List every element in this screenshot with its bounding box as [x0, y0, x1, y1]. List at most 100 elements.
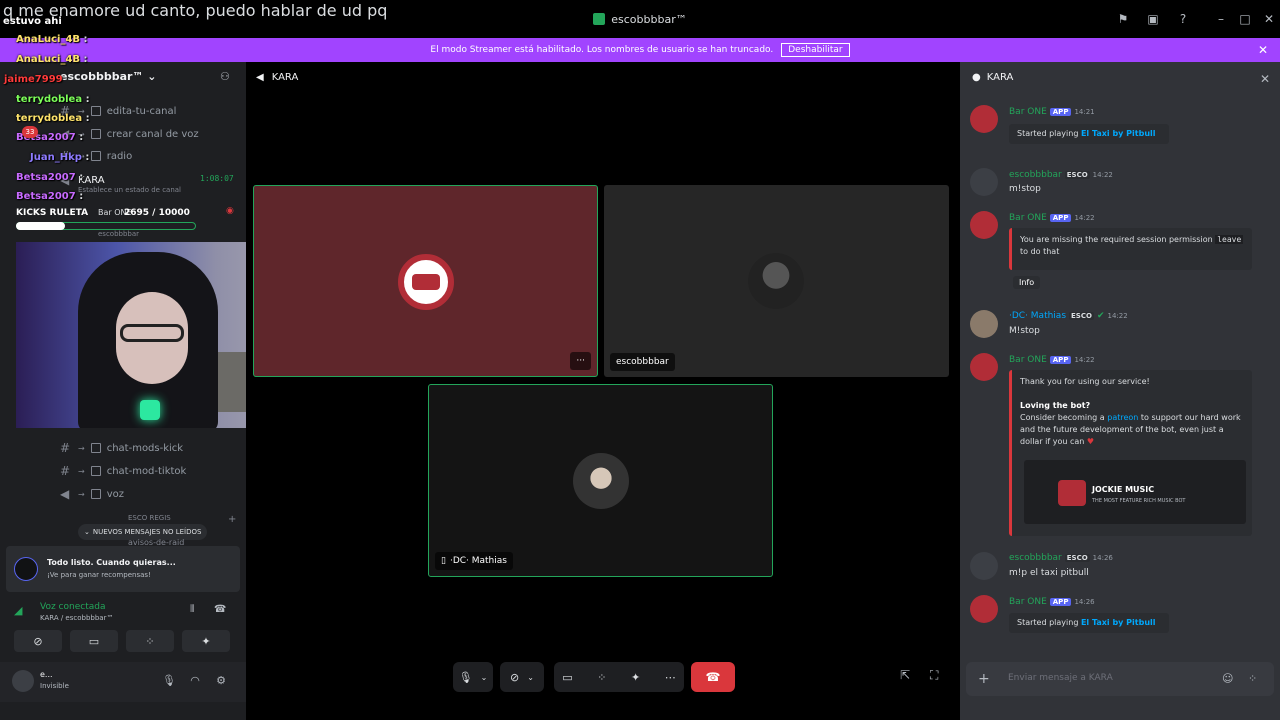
channel-crear-voz[interactable]: ◀ → crear canal de voz	[60, 124, 240, 144]
channel-chat-mod-tiktok[interactable]: # → chat-mod-tiktok	[60, 461, 240, 481]
headphones-icon[interactable]: ◠	[188, 674, 202, 688]
disconnect-button[interactable]: ☎	[691, 662, 735, 692]
embed-body: Consider becoming a patreon to support o…	[1020, 413, 1241, 446]
attach-plus-icon[interactable]: +	[978, 671, 990, 687]
now-playing-embed: Started playing El Taxi by Pitbull	[1009, 613, 1169, 633]
message-header: escobbbbar ESCO 14:26	[1009, 553, 1113, 563]
popout-icon[interactable]: ⇱	[900, 668, 910, 682]
error-embed: You are missing the required session per…	[1009, 228, 1252, 270]
mic-icon[interactable]: 🎙	[162, 674, 176, 688]
jockie-logo-image[interactable]: JOCKIE MUSIC THE MOST FEATURE RICH MUSIC…	[1024, 460, 1246, 524]
window-title-text: escobbbbar™	[611, 12, 687, 26]
chat-message-input[interactable]: Enviar mensaje a KARA	[1008, 673, 1113, 683]
avatar[interactable]	[970, 552, 998, 580]
disconnect-icon[interactable]: ☎	[214, 604, 226, 615]
inbox-flag-icon[interactable]: ⚑	[1116, 12, 1130, 26]
avatar[interactable]	[970, 168, 998, 196]
camera-off-icon: ⊘	[510, 670, 520, 684]
chevron-down-icon: ⌄	[527, 672, 534, 682]
channel-emoji-icon	[90, 151, 101, 161]
add-member-icon[interactable]: ⚇	[220, 70, 230, 83]
app-badge: APP	[1049, 598, 1072, 606]
voice-status-title[interactable]: Voz conectada	[40, 602, 105, 612]
author-name[interactable]: Bar ONE	[1009, 213, 1047, 223]
speaker-icon: ◀	[60, 487, 70, 501]
mobile-icon: ▯	[441, 556, 446, 566]
kicks-label: KICKS RULETA	[16, 208, 89, 218]
user-name[interactable]: e...	[40, 670, 53, 679]
timestamp: 14:22	[1107, 312, 1128, 320]
quest-notification[interactable]: Todo listo. Cuando quieras... ¡Ve para g…	[6, 546, 240, 592]
fullscreen-icon[interactable]: ⛶	[930, 668, 938, 683]
hash-icon: #	[60, 441, 71, 455]
screen-share-icon[interactable]: ▭	[562, 671, 572, 684]
overlay-line: AnaLuci_4B :	[16, 54, 88, 65]
soundboard-button[interactable]: ✦	[182, 630, 230, 652]
close-icon[interactable]: ✕	[1260, 72, 1270, 86]
author-name[interactable]: Bar ONE	[1009, 355, 1047, 365]
emoji-icon[interactable]: ☺	[1222, 672, 1233, 685]
server-icon	[593, 13, 606, 25]
avatar[interactable]	[970, 595, 998, 623]
author-name[interactable]: escobbbbar	[1009, 170, 1062, 180]
voice-status-subtitle[interactable]: KARA / escobbbbar™	[40, 614, 113, 622]
message-text: M!stop	[1009, 326, 1040, 336]
song-link[interactable]: El Taxi by Pitbull	[1081, 618, 1156, 627]
avatar[interactable]	[970, 105, 998, 133]
close-window-button[interactable]: ✕	[1262, 12, 1276, 26]
minimize-button[interactable]: –	[1214, 12, 1228, 26]
channel-chat-mods-kick[interactable]: # → chat-mods-kick	[60, 438, 240, 458]
author-name[interactable]: escobbbbar	[1009, 553, 1062, 563]
timestamp: 14:21	[1074, 108, 1095, 116]
message-header: escobbbbar ESCO 14:22	[1009, 170, 1113, 180]
embed-heading: Loving the bot?	[1020, 401, 1091, 410]
camera-off-button[interactable]: ⊘	[14, 630, 62, 652]
camera-button[interactable]: ⊘ ⌄	[500, 662, 544, 692]
activities-icon[interactable]: ⁘	[597, 671, 606, 684]
avatar[interactable]	[970, 353, 998, 381]
notification-subtitle: ¡Ve para ganar recompensas!	[47, 571, 151, 579]
overlay-line: jaime7999	[4, 74, 63, 85]
participant-tile-escobbbbar[interactable]: escobbbbar	[604, 185, 949, 377]
info-button[interactable]: Info	[1013, 276, 1041, 289]
screen-share-button[interactable]: ▭	[70, 630, 118, 652]
tile-options-button[interactable]: ···	[570, 352, 591, 370]
app-badge: APP	[1049, 214, 1072, 222]
hash-icon: #	[60, 464, 71, 478]
author-name[interactable]: Bar ONE	[1009, 597, 1047, 607]
author-name[interactable]: Bar ONE	[1009, 107, 1047, 117]
activities-button[interactable]: ⁘	[126, 630, 174, 652]
settings-gear-icon[interactable]: ⚙	[214, 674, 228, 688]
avatar[interactable]	[12, 670, 34, 692]
avatar[interactable]	[970, 310, 998, 338]
author-name[interactable]: ·DC· Mathias	[1009, 311, 1066, 321]
participant-tile-mathias[interactable]: ▯ ·DC· Mathias	[428, 384, 773, 577]
user-status: Invisible	[40, 682, 69, 690]
category-escoregis[interactable]: ESCO REGIS	[128, 514, 171, 522]
patreon-link[interactable]: patreon	[1107, 413, 1138, 422]
participant-tile-barone[interactable]: ···	[253, 185, 598, 377]
channel-emoji-icon	[90, 466, 101, 476]
disable-streamer-button[interactable]: Deshabilitar	[781, 43, 850, 57]
channel-status-hint[interactable]: Establece un estado de canal	[78, 186, 181, 194]
inbox-icon[interactable]: ▣	[1146, 12, 1160, 26]
song-link[interactable]: El Taxi by Pitbull	[1081, 129, 1156, 138]
guild-name[interactable]: escobbbbar™ ⌄	[60, 70, 156, 83]
banner-close-icon[interactable]: ✕	[1258, 43, 1268, 57]
signal-icon[interactable]: ◢	[14, 604, 22, 617]
mute-button[interactable]: 🎙 ⌄	[453, 662, 493, 692]
overlay-line: terrydoblea :	[16, 113, 90, 124]
noise-suppression-icon[interactable]: ⦀	[190, 604, 194, 615]
maximize-button[interactable]: □	[1238, 12, 1252, 26]
participant-name: escobbbbar	[610, 353, 675, 371]
avatar[interactable]	[970, 211, 998, 239]
help-icon[interactable]: ?	[1176, 12, 1190, 26]
avatar	[748, 253, 804, 309]
message-header: Bar ONE APP 14:22	[1009, 355, 1095, 365]
voice-connected-panel: ◢ Voz conectada KARA / escobbbbar™ ⦀ ☎ ⊘…	[6, 596, 240, 658]
channel-voz[interactable]: ◀ → voz	[60, 484, 240, 504]
apps-icon[interactable]: ⁘	[1248, 672, 1257, 685]
soundboard-icon[interactable]: ✦	[631, 671, 640, 684]
add-channel-icon[interactable]: +	[228, 514, 236, 525]
more-icon[interactable]: ⋯	[665, 671, 676, 684]
